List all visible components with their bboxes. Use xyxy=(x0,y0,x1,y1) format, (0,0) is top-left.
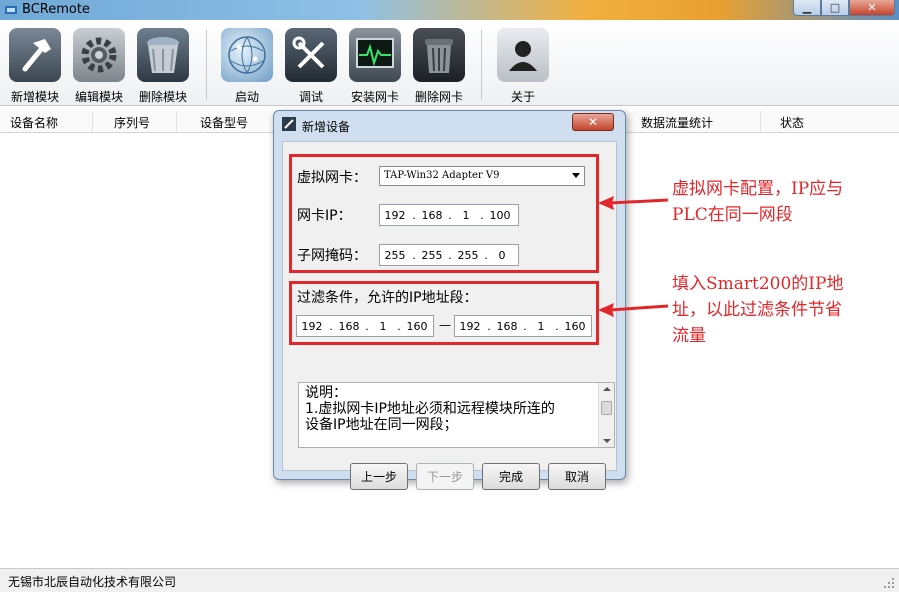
delete-nic-label: 删除网卡 xyxy=(414,90,463,104)
ip-octet[interactable]: 100 xyxy=(486,209,514,222)
range-from-octet[interactable]: 1 xyxy=(371,320,395,333)
annotation-line: 虚拟网卡配置，IP应与 xyxy=(672,179,844,199)
toolbar-separator xyxy=(206,30,207,100)
next-button[interactable]: 下一步 xyxy=(416,463,474,490)
resize-grip-icon[interactable] xyxy=(883,577,895,589)
ip-octet[interactable]: 1 xyxy=(454,209,478,222)
title-bar: BCRemote ▁ □ ✕ xyxy=(0,0,899,20)
annotation-nic-config: 虚拟网卡配置，IP应与 PLC在同一网段 xyxy=(672,176,843,228)
about-button[interactable]: 关于 xyxy=(491,28,555,105)
ip-octet[interactable]: 168 xyxy=(418,209,446,222)
add-module-button[interactable]: 新增模块 xyxy=(3,28,67,105)
annotation-line: PLC在同一网段 xyxy=(672,205,793,225)
range-from-octet[interactable]: 192 xyxy=(297,320,327,333)
range-to-octet[interactable]: 160 xyxy=(561,320,589,333)
hammer-icon xyxy=(9,28,61,82)
column-divider xyxy=(760,111,761,133)
mask-octet[interactable]: 255 xyxy=(454,249,482,262)
column-device-name[interactable]: 设备名称 xyxy=(10,114,58,131)
toolbar-separator xyxy=(481,30,482,100)
prev-button[interactable]: 上一步 xyxy=(350,463,408,490)
column-serial[interactable]: 序列号 xyxy=(114,114,150,131)
trash-icon xyxy=(137,28,189,82)
mask-octet[interactable]: 255 xyxy=(380,249,410,262)
tools-icon xyxy=(285,28,337,82)
user-icon xyxy=(497,28,549,82)
finish-button[interactable]: 完成 xyxy=(482,463,540,490)
add-device-dialog: 新增设备 ✕ 虚拟网卡： TAP-Win32 Adapter V9 网卡IP： … xyxy=(273,110,626,490)
add-module-label: 新增模块 xyxy=(10,90,59,104)
range-to-octet[interactable]: 168 xyxy=(493,320,521,333)
company-name: 无锡市北辰自动化技术有限公司 xyxy=(8,575,177,589)
dialog-body: 虚拟网卡： TAP-Win32 Adapter V9 网卡IP： 192. 16… xyxy=(282,141,617,490)
nic-label: 虚拟网卡： xyxy=(297,170,367,186)
column-divider xyxy=(92,111,93,133)
start-button[interactable]: 启动 xyxy=(215,28,279,105)
nic-select[interactable]: TAP-Win32 Adapter V9 xyxy=(379,166,585,186)
description-line: 说明： xyxy=(305,385,347,401)
dialog-close-button[interactable]: ✕ xyxy=(572,113,614,131)
delete-module-button[interactable]: 删除模块 xyxy=(131,28,195,105)
description-box[interactable]: 说明： 1.虚拟网卡IP地址必须和远程模块所连的 设备IP地址在同一网段； xyxy=(298,382,615,448)
annotation-line: 流量 xyxy=(672,326,706,346)
annotation-line: 址，以此过滤条件节省 xyxy=(672,300,842,320)
debug-label: 调试 xyxy=(298,90,323,104)
app-icon xyxy=(5,6,17,14)
mask-label: 子网掩码： xyxy=(297,248,367,264)
column-model[interactable]: 设备型号 xyxy=(200,114,248,131)
ip-field[interactable]: 192. 168. 1. 100 xyxy=(379,204,519,226)
mask-octet[interactable]: 255 xyxy=(418,249,446,262)
close-button[interactable]: ✕ xyxy=(849,0,895,16)
range-to-field[interactable]: 192. 168. 1. 160 xyxy=(454,315,592,337)
range-separator: — xyxy=(439,318,451,332)
nic-select-value: TAP-Win32 Adapter V9 xyxy=(384,170,500,181)
mask-octet[interactable]: 0 xyxy=(490,249,514,262)
minimize-button[interactable]: ▁ xyxy=(793,0,821,16)
dialog-title-bar: 新增设备 ✕ xyxy=(274,111,625,137)
range-from-field[interactable]: 192. 168. 1. 160 xyxy=(296,315,434,337)
chevron-down-icon xyxy=(572,173,580,178)
annotation-filter: 填入Smart200的IP地 址，以此过滤条件节省 流量 xyxy=(672,271,843,349)
scroll-thumb[interactable] xyxy=(601,401,612,415)
annotation-line: 填入Smart200的IP地 xyxy=(672,274,844,294)
gear-icon xyxy=(73,28,125,82)
start-label: 启动 xyxy=(234,90,259,104)
about-label: 关于 xyxy=(510,90,535,104)
description-line: 设备IP地址在同一网段； xyxy=(305,417,458,433)
mask-field[interactable]: 255. 255. 255. 0 xyxy=(379,244,519,266)
edit-module-button[interactable]: 编辑模块 xyxy=(67,28,131,105)
column-status[interactable]: 状态 xyxy=(780,114,804,131)
network-globe-icon xyxy=(221,28,273,82)
range-from-octet[interactable]: 168 xyxy=(335,320,363,333)
debug-button[interactable]: 调试 xyxy=(279,28,343,105)
column-divider xyxy=(176,111,177,133)
range-to-octet[interactable]: 1 xyxy=(529,320,553,333)
window-title: BCRemote xyxy=(22,2,90,17)
install-nic-button[interactable]: 安装网卡 xyxy=(343,28,407,105)
maximize-button[interactable]: □ xyxy=(821,0,849,16)
trash-can-icon xyxy=(413,28,465,82)
monitor-pulse-icon xyxy=(349,28,401,82)
delete-module-label: 删除模块 xyxy=(138,90,187,104)
scroll-down-icon[interactable] xyxy=(603,439,611,443)
scroll-up-icon[interactable] xyxy=(603,387,611,391)
delete-nic-button[interactable]: 删除网卡 xyxy=(407,28,471,105)
filter-label: 过滤条件，允许的IP地址段： xyxy=(297,290,478,306)
toolbar: 新增模块 编辑模块 删除模块 启动 调试 安装网卡 删除网卡 关于 xyxy=(0,20,899,106)
range-from-octet[interactable]: 160 xyxy=(403,320,431,333)
ip-octet[interactable]: 192 xyxy=(380,209,410,222)
annotation-arrow-icon xyxy=(598,303,669,317)
dialog-app-icon xyxy=(282,117,296,131)
edit-module-label: 编辑模块 xyxy=(74,90,123,104)
annotation-arrow-icon xyxy=(598,196,669,210)
dialog-title: 新增设备 xyxy=(302,120,351,134)
install-nic-label: 安装网卡 xyxy=(350,90,399,104)
description-line: 1.虚拟网卡IP地址必须和远程模块所连的 xyxy=(305,401,555,417)
ip-label: 网卡IP： xyxy=(297,208,352,224)
cancel-button[interactable]: 取消 xyxy=(548,463,606,490)
column-traffic[interactable]: 数据流量统计 xyxy=(641,114,713,131)
status-bar: 无锡市北辰自动化技术有限公司 xyxy=(0,568,899,592)
range-to-octet[interactable]: 192 xyxy=(455,320,485,333)
description-scrollbar[interactable] xyxy=(598,383,614,447)
